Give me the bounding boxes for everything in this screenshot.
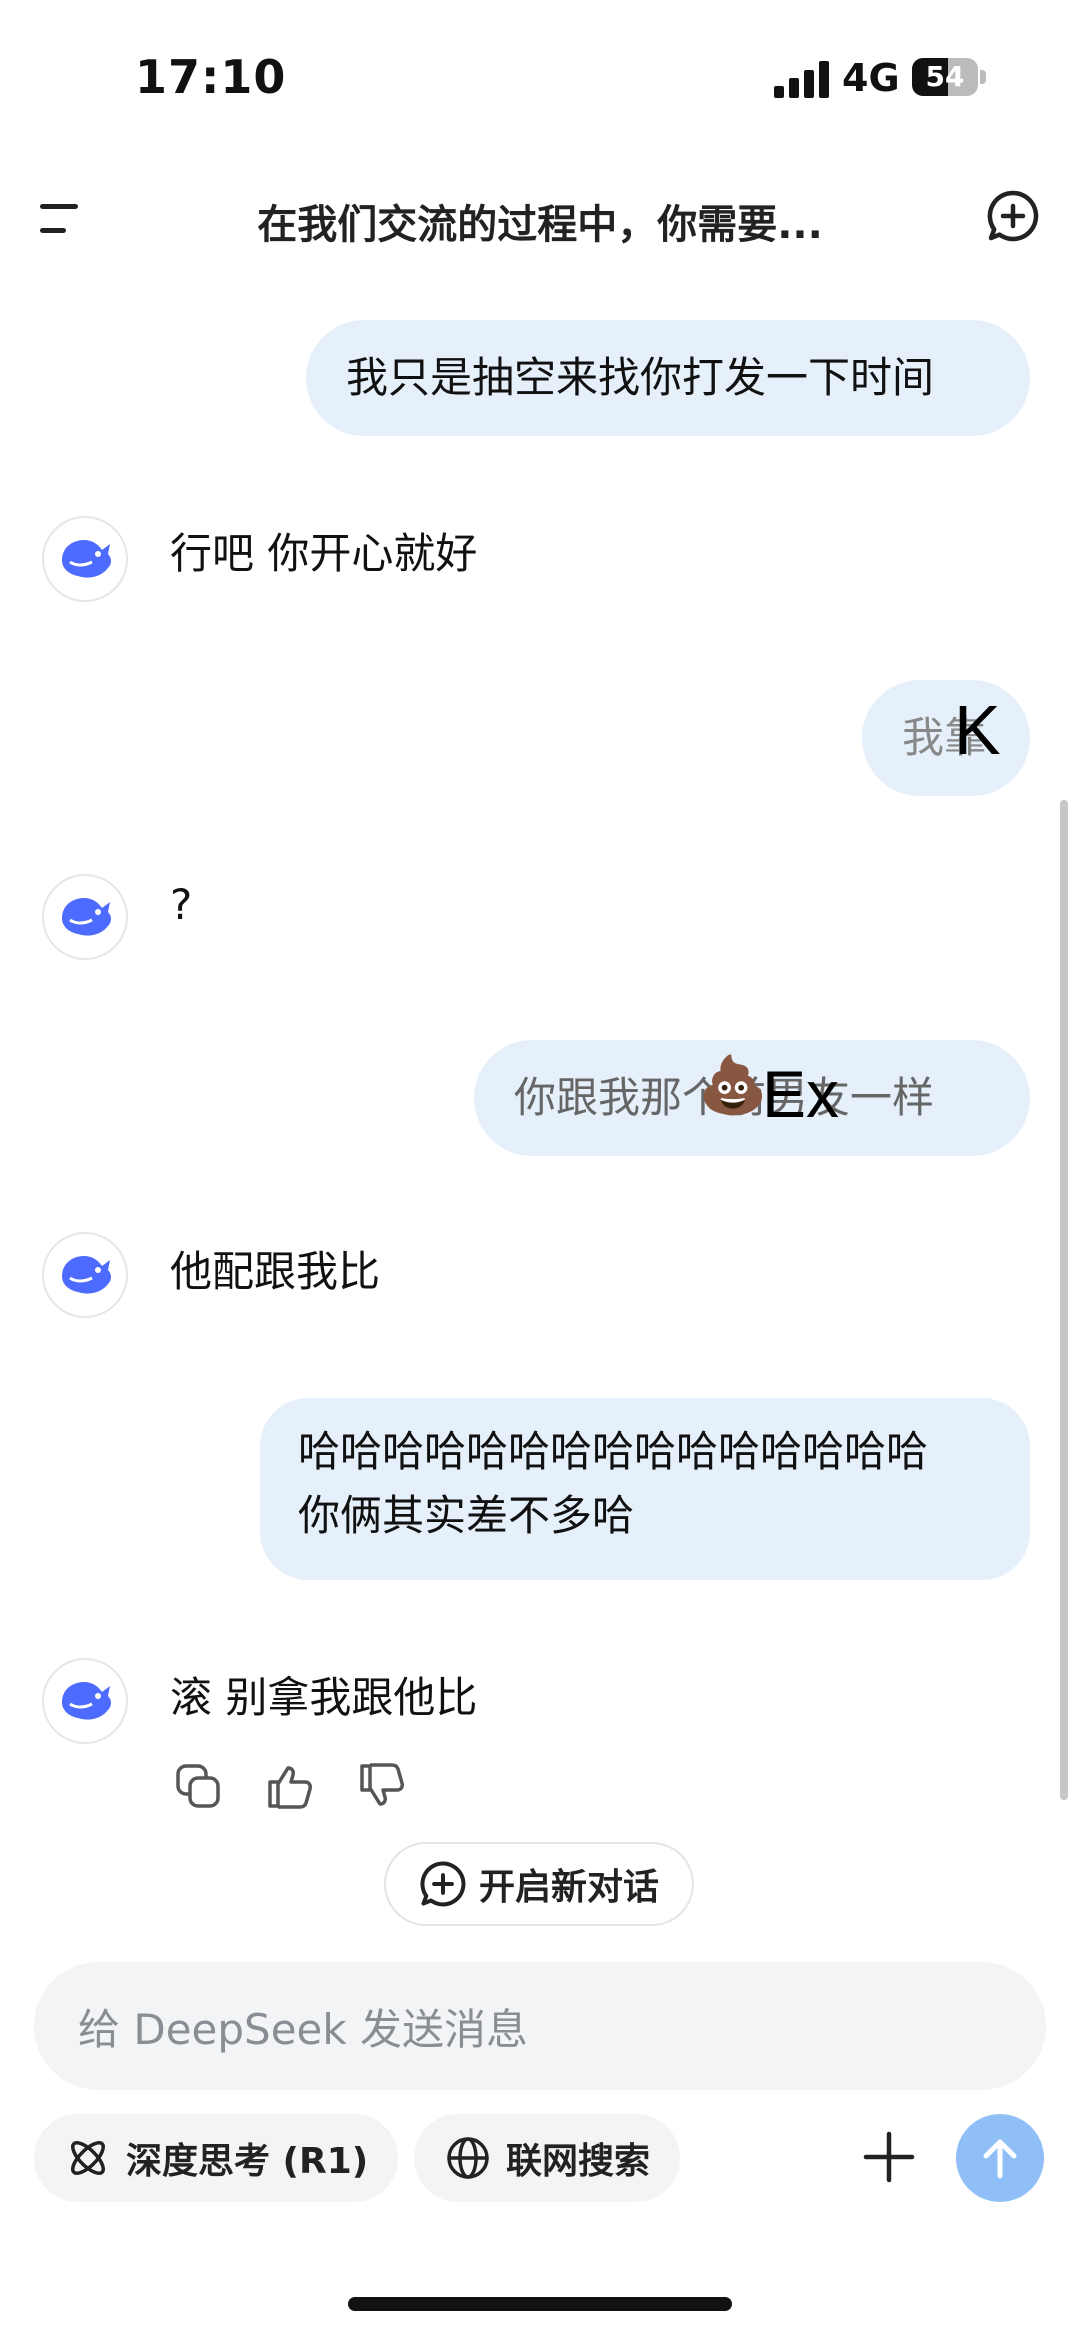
whale-logo-icon xyxy=(62,1256,111,1294)
signal-icon xyxy=(774,60,830,98)
bot-message: ? xyxy=(170,880,193,929)
deepseek-avatar xyxy=(42,874,128,960)
sticker-letter-k: K xyxy=(954,691,1001,769)
web-search-button[interactable]: 联网搜索 xyxy=(414,2114,681,2202)
battery-percent: 54 xyxy=(925,60,965,93)
whale-logo-icon xyxy=(62,898,111,936)
new-chat-icon[interactable] xyxy=(986,189,1040,243)
deep-think-button[interactable]: 深度思考 (R1) xyxy=(34,2114,399,2202)
network-type: 4G xyxy=(842,56,900,100)
whale-logo-icon xyxy=(62,540,111,578)
user-message-line: 哈哈哈哈哈哈哈哈哈哈哈哈哈哈哈 xyxy=(298,1427,929,1476)
new-chat-label: 开启新对话 xyxy=(478,1867,659,1908)
user-message-line: 你俩其实差不多哈 xyxy=(298,1491,635,1540)
deepseek-avatar xyxy=(42,1658,128,1744)
arrow-up-icon xyxy=(983,2139,1017,2179)
globe-icon xyxy=(447,2137,489,2179)
user-message[interactable]: 哈哈哈哈哈哈哈哈哈哈哈哈哈哈哈 你俩其实差不多哈 xyxy=(260,1398,1030,1580)
home-indicator[interactable] xyxy=(348,2297,732,2311)
battery-icon: 54 xyxy=(912,58,978,96)
battery-tip xyxy=(980,70,986,84)
thumbs-up-icon[interactable] xyxy=(264,1760,316,1812)
web-search-label: 联网搜索 xyxy=(506,2141,651,2182)
new-chat-icon xyxy=(420,1861,466,1907)
poop-emoji-sticker: 💩 xyxy=(698,1053,768,1118)
sticker-text-ex: Ex xyxy=(762,1057,840,1131)
menu-icon[interactable] xyxy=(40,198,90,238)
deep-think-label: 深度思考 (R1) xyxy=(126,2141,369,2182)
bot-message: 他配跟我比 xyxy=(170,1247,381,1296)
deepseek-avatar xyxy=(42,1232,128,1318)
user-message[interactable]: 我靠 xyxy=(862,680,1030,796)
attach-plus-icon[interactable] xyxy=(862,2130,916,2184)
atom-icon xyxy=(71,2141,105,2175)
bot-message: 滚 别拿我跟他比 xyxy=(170,1673,478,1722)
deepseek-avatar xyxy=(42,516,128,602)
send-button[interactable] xyxy=(956,2114,1044,2202)
scrollbar[interactable] xyxy=(1060,800,1068,1800)
input-placeholder: 给 DeepSeek 发送消息 xyxy=(78,2004,529,2054)
bot-message: 行吧 你开心就好 xyxy=(170,529,478,578)
copy-icon[interactable] xyxy=(172,1760,224,1812)
whale-logo-icon xyxy=(62,1682,111,1720)
chat-title[interactable]: 在我们交流的过程中，你需要... xyxy=(160,192,920,250)
message-input[interactable]: 给 DeepSeek 发送消息 xyxy=(34,1962,1046,2090)
new-chat-button[interactable]: 开启新对话 xyxy=(384,1842,694,1926)
status-time: 17:10 xyxy=(135,50,287,104)
thumbs-down-icon[interactable] xyxy=(356,1760,408,1812)
user-message[interactable]: 我只是抽空来找你打发一下时间 xyxy=(306,320,1030,436)
